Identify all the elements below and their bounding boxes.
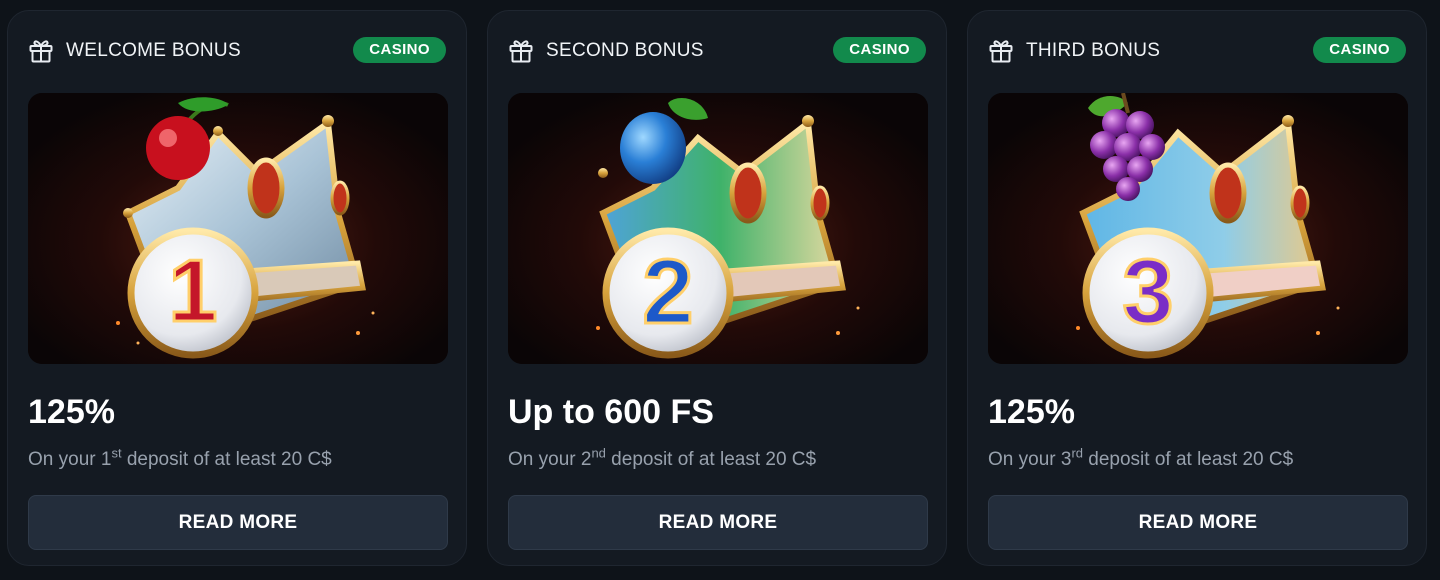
numeral-text: 3 <box>1122 241 1173 343</box>
bonus-card-third: THIRD BONUS CASINO 3 125% On your 3rd de… <box>967 10 1427 566</box>
bonus-image-crown-3: 3 <box>988 93 1408 364</box>
bonus-image-crown-1: 1 <box>28 93 448 364</box>
numeral-text: 2 <box>642 241 693 343</box>
desc-ordinal: nd <box>591 445 606 461</box>
gift-icon <box>989 40 1013 63</box>
bonus-description: On your 3rd deposit of at least 20 C$ <box>988 445 1294 471</box>
bonus-amount: Up to 600 FS <box>508 393 714 431</box>
bonus-description: On your 1st deposit of at least 20 C$ <box>28 445 332 471</box>
desc-ordinal: rd <box>1071 445 1083 461</box>
desc-ordinal: st <box>111 445 122 461</box>
card-header: WELCOME BONUS CASINO <box>28 37 446 65</box>
read-more-button[interactable]: READ MORE <box>508 495 928 550</box>
gift-icon <box>509 40 533 63</box>
casino-badge: CASINO <box>1313 37 1406 63</box>
desc-prefix: On your 1 <box>28 449 112 470</box>
bonus-card-second: SECOND BONUS CASINO 2 Up to 600 FS On yo… <box>487 10 947 566</box>
card-title: THIRD BONUS <box>1026 40 1161 61</box>
bonus-description: On your 2nd deposit of at least 20 C$ <box>508 445 817 471</box>
desc-prefix: On your 3 <box>988 449 1072 470</box>
bonus-card-welcome: WELCOME BONUS CASINO 1 125% On your 1st … <box>7 10 467 566</box>
desc-suffix: deposit of at least 20 C$ <box>605 449 817 470</box>
card-title: SECOND BONUS <box>546 40 704 61</box>
gift-icon <box>29 40 53 63</box>
casino-badge: CASINO <box>353 37 446 63</box>
card-header: SECOND BONUS CASINO <box>508 37 926 65</box>
bonus-cards-row: WELCOME BONUS CASINO 1 125% On your 1st … <box>0 0 1440 580</box>
numeral-text: 1 <box>169 241 218 340</box>
read-more-button[interactable]: READ MORE <box>988 495 1408 550</box>
bonus-amount: 125% <box>28 393 115 431</box>
bonus-amount: 125% <box>988 393 1075 431</box>
bonus-image-crown-2: 2 <box>508 93 928 364</box>
desc-suffix: deposit of at least 20 C$ <box>1083 449 1294 470</box>
desc-prefix: On your 2 <box>508 449 592 470</box>
card-header: THIRD BONUS CASINO <box>988 37 1406 65</box>
desc-suffix: deposit of at least 20 C$ <box>121 449 332 470</box>
casino-badge: CASINO <box>833 37 926 63</box>
card-title: WELCOME BONUS <box>66 40 241 61</box>
read-more-button[interactable]: READ MORE <box>28 495 448 550</box>
